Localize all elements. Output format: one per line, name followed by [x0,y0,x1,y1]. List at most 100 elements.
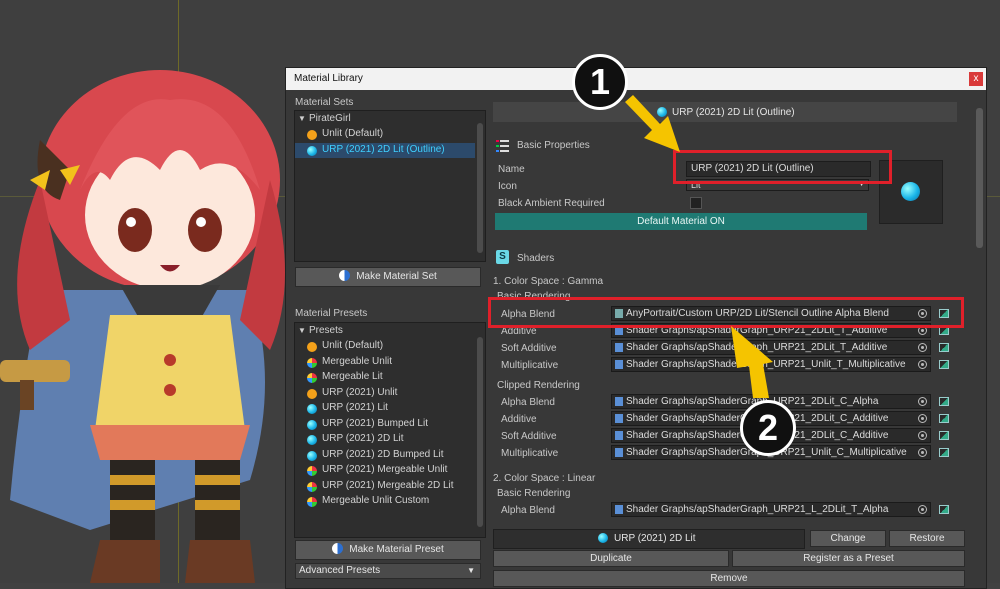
multicolor-ball-icon [307,357,317,368]
black-ambient-label: Black Ambient Required [498,198,605,209]
image-icon[interactable] [939,343,949,352]
current-material-field: URP (2021) 2D Lit [493,529,805,549]
preset-root[interactable]: Presets [309,325,343,336]
name-label: Name [498,164,525,175]
object-picker-icon[interactable] [918,360,927,369]
preset-item[interactable]: Unlit (Default) [295,339,475,354]
object-picker-icon[interactable] [918,431,927,440]
duplicate-button[interactable]: Duplicate [493,550,729,567]
material-sets-scrollbar[interactable] [477,123,483,253]
preset-label: Mergeable Lit [322,371,383,382]
preset-label: URP (2021) 2D Lit [322,433,404,444]
material-set-item[interactable]: Unlit (Default) [295,127,475,142]
make-material-preset-button[interactable]: Make Material Preset [295,540,481,560]
inspector-title: URP (2021) 2D Lit (Outline) [672,107,795,118]
preset-item[interactable]: URP (2021) Mergeable Unlit [295,463,475,478]
preset-item[interactable]: Mergeable Unlit Custom [295,494,475,509]
preset-label: Unlit (Default) [322,340,384,351]
shader-icon: S [496,250,509,264]
shader-row-label: Multiplicative [501,448,559,459]
shader-graph-icon [615,397,623,406]
default-material-button[interactable]: Default Material ON [495,213,867,230]
cyan-sphere-icon [307,419,317,430]
preset-item[interactable]: URP (2021) Mergeable 2D Lit [295,479,475,494]
material-presets-scrollbar[interactable] [477,337,483,527]
callout-marker-2: 2 [740,400,796,456]
preset-label: URP (2021) Mergeable 2D Lit [322,479,454,491]
shader-graph-icon [615,448,623,457]
character-illustration [0,70,285,583]
image-icon[interactable] [939,448,949,457]
expand-triangle-icon[interactable]: ▼ [298,326,306,335]
clipped-rendering-heading: Clipped Rendering [497,380,580,391]
preset-item[interactable]: URP (2021) 2D Lit [295,432,475,447]
shader-field[interactable]: Shader Graphs/apShaderGraph_URP21_L_2DLi… [611,502,931,517]
black-ambient-checkbox[interactable] [690,197,702,209]
arrow-icon [625,95,680,152]
shader-row-label: Soft Additive [501,343,557,354]
shader-row-label: Alpha Blend [501,505,555,516]
material-icon [332,543,344,554]
cyan-sphere-icon [307,146,317,156]
cyan-sphere-icon [307,404,317,414]
title-bar: Material Library x [286,68,986,90]
basic-properties-heading: Basic Properties [517,140,590,151]
image-icon[interactable] [939,505,949,514]
image-icon[interactable] [939,431,949,440]
advanced-presets-dropdown[interactable]: Advanced Presets ▼ [295,563,481,579]
image-icon[interactable] [939,397,949,406]
multicolor-ball-icon [307,466,317,476]
preset-label: URP (2021) Mergeable Unlit [322,464,448,475]
preset-label: Mergeable Unlit Custom [322,495,430,506]
cyan-sphere-icon [307,435,317,445]
make-material-set-label: Make Material Set [356,271,437,282]
preset-item[interactable]: URP (2021) Unlit [295,386,475,401]
material-set-root[interactable]: PirateGirl [309,113,351,124]
preset-label: URP (2021) Lit [322,402,388,413]
preset-item[interactable]: URP (2021) Bumped Lit [295,417,475,432]
remove-button[interactable]: Remove [493,570,965,587]
material-sets-tree: ▼ PirateGirl Unlit (Default) URP (2021) … [294,110,486,262]
multicolor-ball-icon [307,373,317,383]
orange-dot-icon [307,130,317,140]
image-icon[interactable] [939,360,949,369]
preset-label: URP (2021) Bumped Lit [322,417,428,429]
orange-dot-icon [307,342,317,352]
inspector-scrollbar[interactable] [976,108,983,248]
basic-rendering-heading: Basic Rendering [497,488,571,499]
cyan-sphere-icon [598,533,608,543]
preset-item[interactable]: URP (2021) 2D Bumped Lit [295,448,475,463]
list-icon [496,139,509,152]
preset-label: Mergeable Unlit [322,355,393,367]
preset-item[interactable]: Mergeable Unlit [295,355,475,370]
shader-row-label: Alpha Blend [501,397,555,408]
advanced-presets-label: Advanced Presets [299,565,381,576]
close-button[interactable]: x [969,72,983,86]
image-icon[interactable] [939,414,949,423]
cyan-sphere-icon [901,182,920,201]
register-preset-button[interactable]: Register as a Preset [732,550,965,567]
object-picker-icon[interactable] [918,505,927,514]
dropdown-arrow-icon: ▼ [467,566,475,575]
arrow-icon [731,326,773,398]
object-picker-icon[interactable] [918,397,927,406]
inspector-header: URP (2021) 2D Lit (Outline) [493,102,957,122]
shaders-heading: Shaders [517,253,555,264]
window-title: Material Library [294,73,363,84]
shader-graph-icon [615,414,623,423]
multicolor-ball-icon [307,497,317,507]
preset-label: URP (2021) Unlit [322,386,398,398]
object-picker-icon[interactable] [918,343,927,352]
icon-label: Icon [498,181,517,192]
expand-triangle-icon[interactable]: ▼ [298,114,306,123]
make-material-set-button[interactable]: Make Material Set [295,267,481,287]
object-picker-icon[interactable] [918,414,927,423]
object-picker-icon[interactable] [918,448,927,457]
linear-section-heading: 2. Color Space : Linear [493,473,596,484]
change-button[interactable]: Change [810,530,886,547]
shader-row-label: Soft Additive [501,431,557,442]
preset-item[interactable]: URP (2021) Lit [295,401,475,416]
restore-button[interactable]: Restore [889,530,965,547]
material-set-item-selected[interactable]: URP (2021) 2D Lit (Outline) [295,143,475,158]
preset-item[interactable]: Mergeable Lit [295,370,475,385]
